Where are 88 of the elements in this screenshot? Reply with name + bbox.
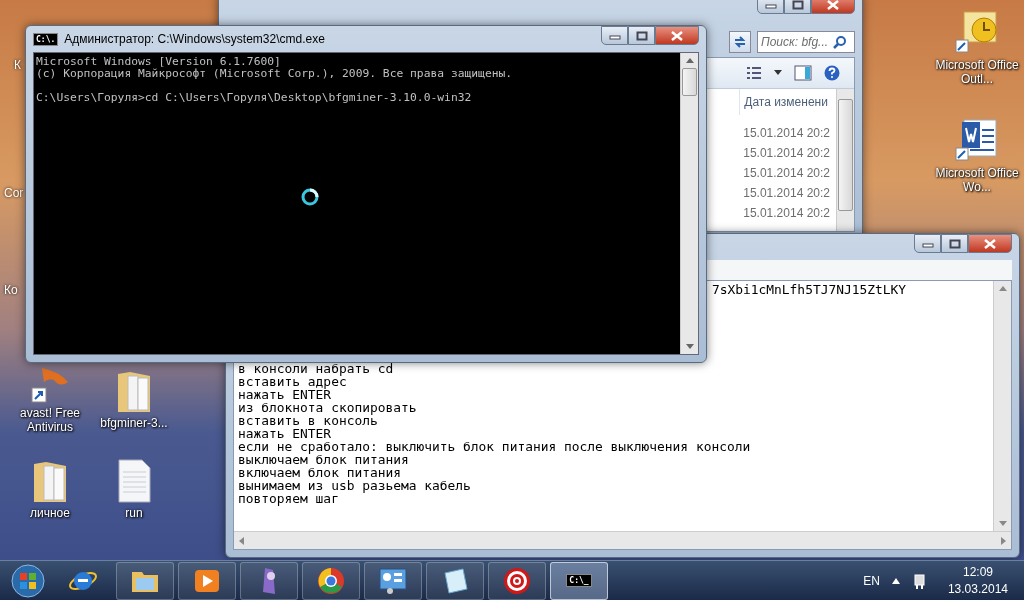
word-document-icon: [954, 118, 1000, 164]
text-line: включаем блок питания: [238, 466, 401, 479]
down-arrow-icon[interactable]: [685, 344, 694, 349]
column-header[interactable]: Дата изменени: [739, 89, 828, 115]
taskbar-button[interactable]: [426, 561, 484, 600]
taskbar-button[interactable]: [178, 561, 236, 600]
maximize-icon: [791, 0, 804, 10]
taskbar-button[interactable]: [302, 561, 360, 600]
text-line: выключаем блок питания: [238, 453, 409, 466]
minimize-button[interactable]: [601, 26, 628, 45]
preview-pane-icon[interactable]: [794, 65, 812, 81]
taskbar-button[interactable]: C:\_: [550, 561, 608, 600]
document-icon: [116, 458, 152, 504]
close-icon: [826, 0, 840, 10]
scrollbar[interactable]: [836, 89, 854, 231]
text-line: нажать ENTER: [238, 427, 332, 440]
taskbar-button[interactable]: [240, 561, 298, 600]
window-title: Администратор: C:\Windows\system32\cmd.exe: [64, 32, 325, 46]
right-arrow-icon[interactable]: [1001, 536, 1006, 545]
text-line: 7sXbi1cMnLfh5TJ7NJ15ZtLKY: [712, 283, 907, 296]
up-arrow-icon[interactable]: [998, 286, 1007, 291]
maximize-icon: [635, 30, 648, 41]
envelope-clock-icon: [954, 10, 1000, 56]
icon-label[interactable]: bfgminer-3...: [100, 416, 168, 430]
text-line: повторяем шаг: [238, 492, 339, 505]
date-cell-text: 15.01.2014 20:2: [742, 125, 830, 142]
search-field[interactable]: Поиск: bfg...: [757, 31, 855, 53]
clock-date[interactable]: 13.03.2014: [947, 582, 1008, 596]
clock-time[interactable]: 12:09: [962, 565, 993, 579]
scrollbar[interactable]: [234, 531, 1011, 549]
scroll-thumb[interactable]: [682, 68, 697, 96]
up-arrow-icon[interactable]: [685, 58, 694, 63]
arrows-icon: [733, 36, 747, 48]
taskbar-button[interactable]: [364, 561, 422, 600]
close-icon: [983, 238, 997, 249]
text-line: в консоли набрать cd: [238, 362, 394, 375]
date-cell-text: 15.01.2014 20:2: [742, 185, 830, 202]
down-arrow-icon[interactable]: [998, 521, 1007, 526]
taskbar-button[interactable]: [116, 561, 174, 600]
date-cell-text: 15.01.2014 20:2: [742, 145, 830, 162]
left-arrow-icon[interactable]: [239, 536, 244, 545]
scrollbar[interactable]: [680, 53, 698, 354]
date-cell-text: 15.01.2014 20:2: [742, 165, 830, 182]
scroll-thumb[interactable]: [838, 99, 853, 211]
text-line: вынимаем из usb разьема кабель: [238, 479, 471, 492]
icon-label: Cor: [4, 186, 24, 200]
close-button[interactable]: [811, 0, 855, 14]
text-line: вставить адрес: [238, 375, 347, 388]
chrome-ball-icon: [317, 566, 345, 595]
icon-label: Ко: [4, 283, 18, 297]
console-line: Microsoft Windows [Version 6.1.7600]: [36, 55, 281, 68]
console-line: C:\Users\Горуля>cd C:\Users\Горуля\Desktop\bfgminer-3.10.0-win32: [36, 91, 472, 104]
console-icon: C:\.: [33, 32, 59, 46]
close-icon: [670, 30, 684, 41]
console-icon: C:\_: [566, 574, 592, 587]
maximize-button[interactable]: [784, 0, 811, 14]
caret-icon[interactable]: [891, 577, 900, 584]
taskbar-button[interactable]: [488, 561, 546, 600]
close-button[interactable]: [968, 234, 1012, 253]
icon-label[interactable]: личное: [30, 506, 70, 520]
help-icon[interactable]: [824, 65, 840, 81]
minimize-button[interactable]: [914, 234, 941, 253]
search-icon: [833, 35, 847, 49]
shortcut-icon: [30, 368, 70, 404]
icon-label[interactable]: avast! Free Antivirus: [8, 406, 92, 434]
maximize-button[interactable]: [941, 234, 968, 253]
gadgets-icon: [378, 566, 408, 595]
date-cell-text: 15.01.2014 20:2: [742, 205, 830, 222]
notepad-icon: [441, 566, 469, 595]
close-button[interactable]: [655, 26, 699, 45]
text-line: нажать ENTER: [238, 388, 332, 401]
language-indicator[interactable]: EN: [863, 573, 880, 588]
caret-icon[interactable]: [774, 70, 782, 76]
icon-label: К: [14, 58, 21, 72]
list-view-icon[interactable]: [746, 66, 762, 80]
plug-icon[interactable]: [911, 572, 926, 589]
refresh-button[interactable]: [729, 31, 751, 53]
text-line: вставить в консоль: [238, 414, 378, 427]
target-icon: [503, 566, 531, 595]
text-line: если не сработало: выключить блок питания после выключения консоли: [238, 440, 751, 453]
icon-label[interactable]: run: [125, 506, 143, 520]
play-icon: [193, 567, 221, 594]
console-line: (c) Корпорация Майкрософт (Microsoft Corp.), 2009. Все права защищены.: [36, 67, 513, 80]
text-line: из блокнота скопировать: [238, 401, 417, 414]
maximize-button[interactable]: [628, 26, 655, 45]
maximize-icon: [948, 238, 961, 249]
minimize-button[interactable]: [757, 0, 784, 14]
scrollbar[interactable]: [993, 281, 1011, 531]
